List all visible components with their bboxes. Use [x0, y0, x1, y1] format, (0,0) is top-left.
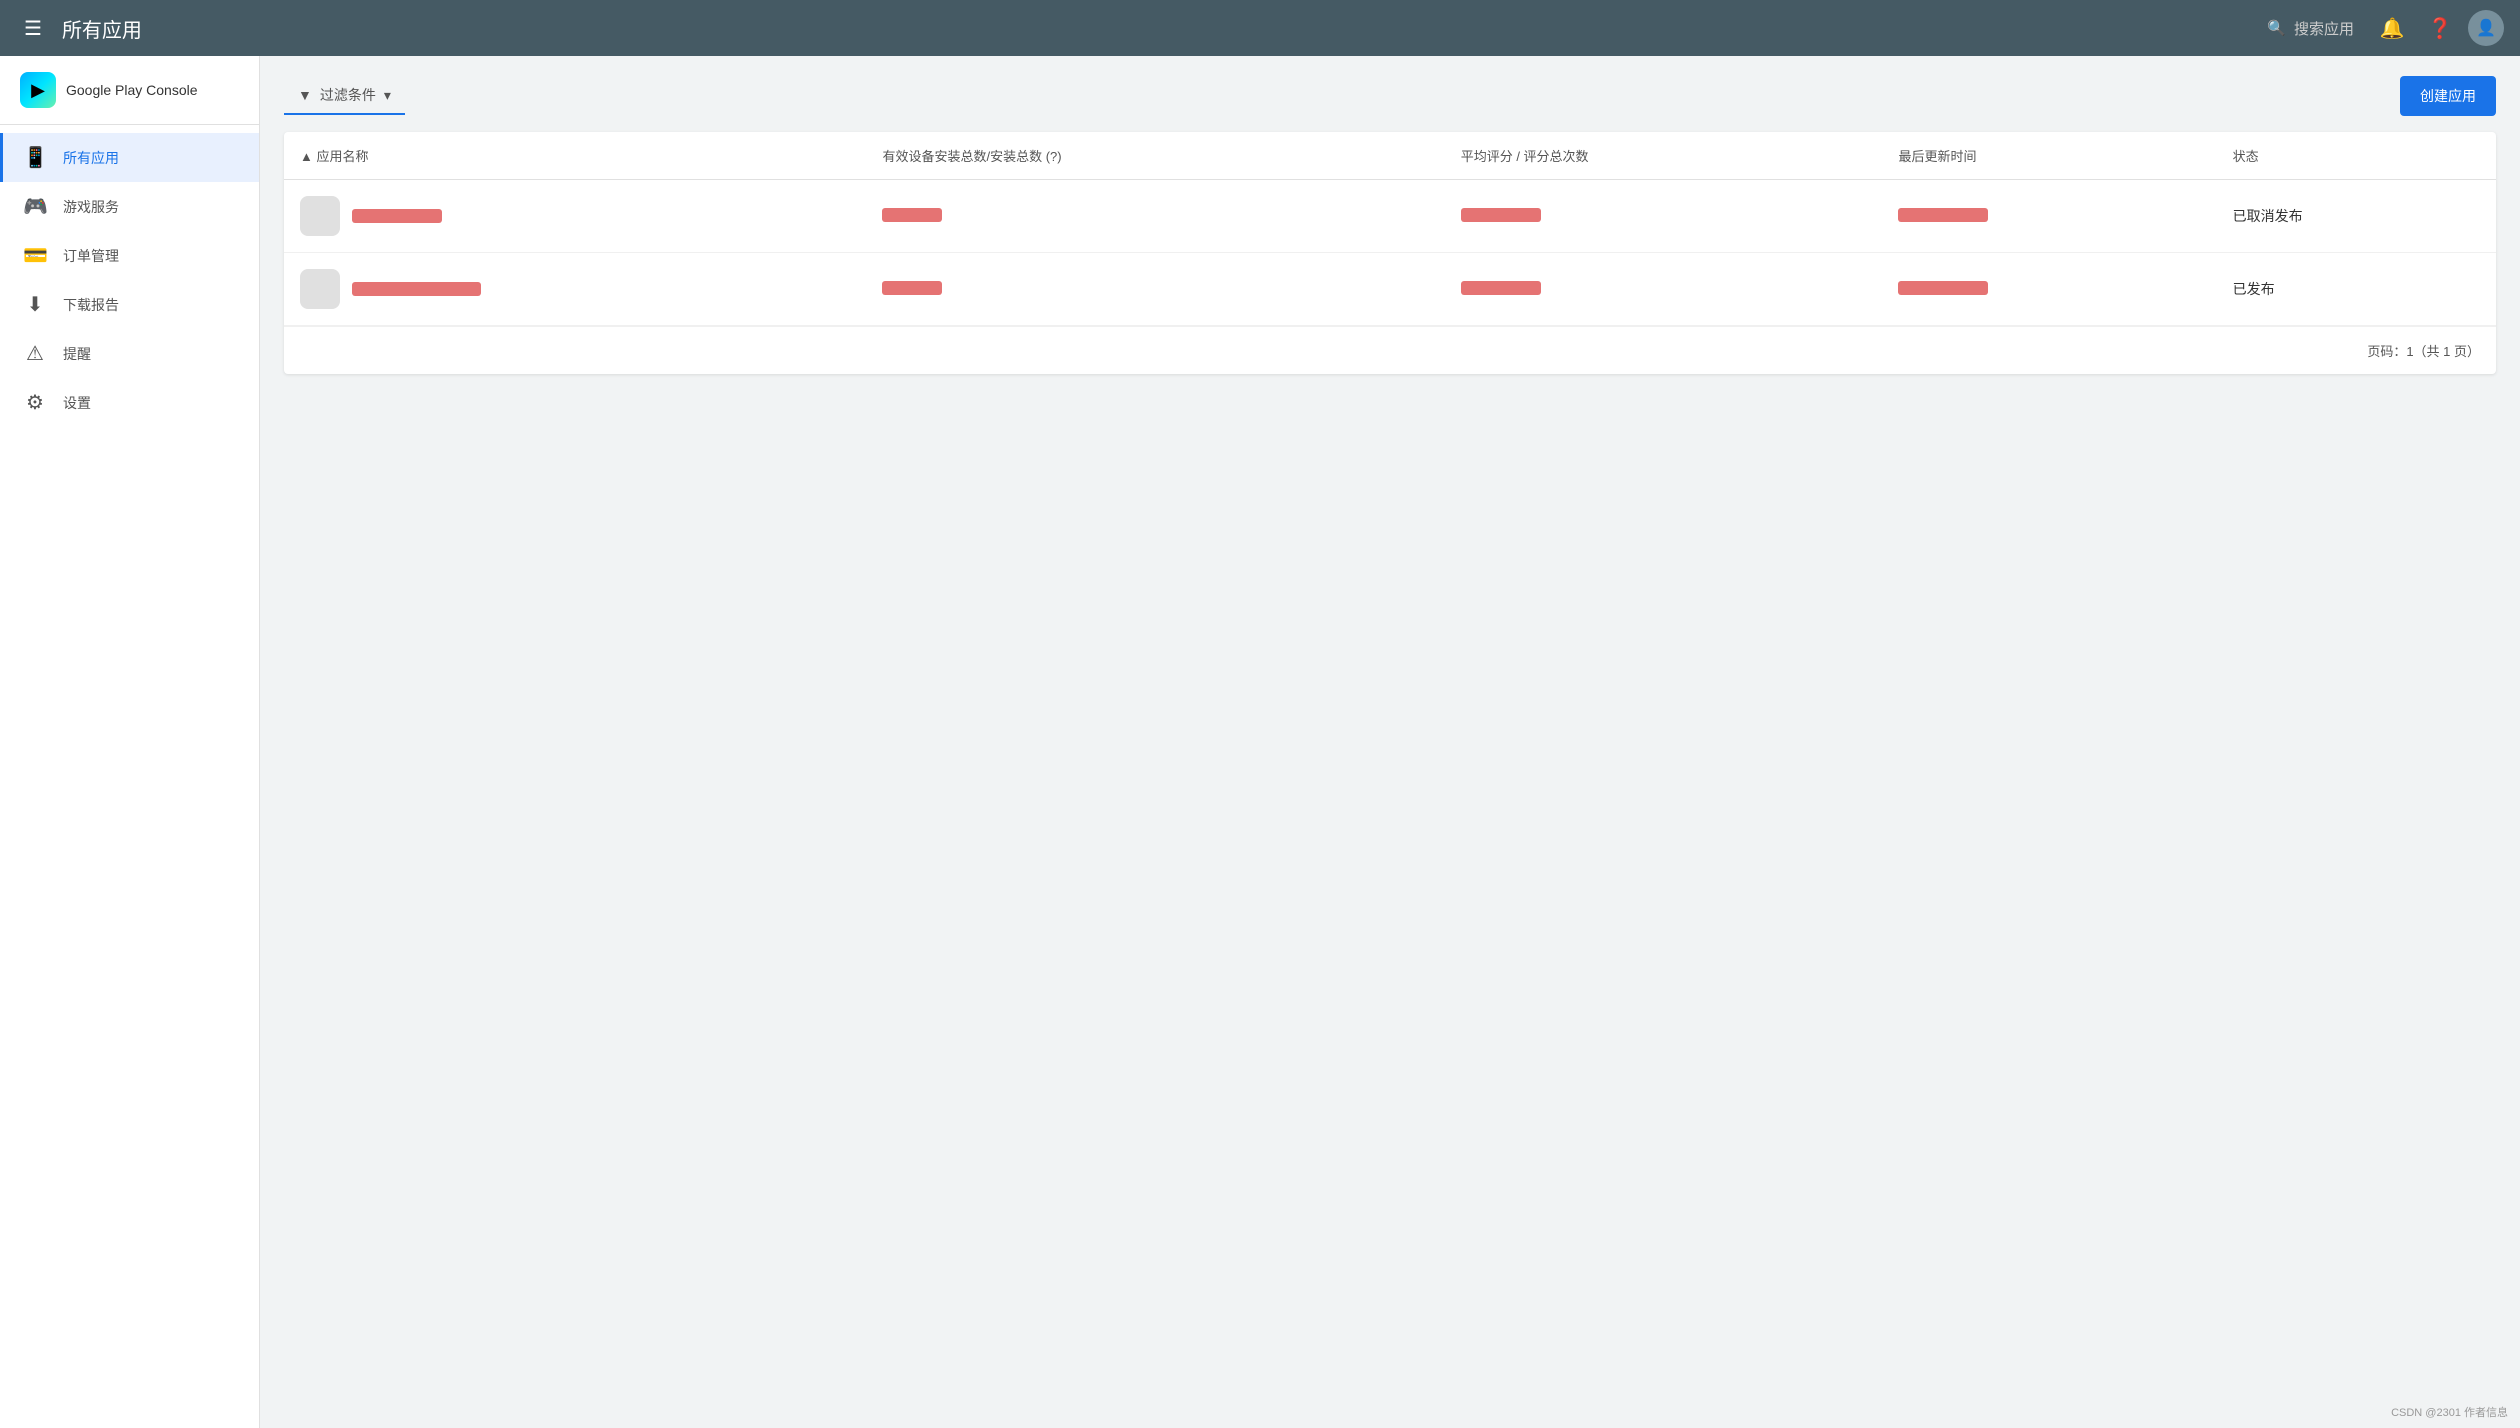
- toolbar: ▼ 过滤条件 ▾ 创建应用: [284, 76, 2496, 116]
- header-right: 🔍 搜索应用 🔔 ❓ 👤: [2257, 8, 2504, 48]
- page-title: 所有应用: [62, 14, 142, 43]
- sidebar-item-alerts[interactable]: ⚠ 提醒: [0, 329, 259, 378]
- notification-icon: 🔔: [2380, 16, 2405, 41]
- status-badge-0: 已取消发布: [2233, 208, 2303, 224]
- rating-redacted-1: [1461, 281, 1541, 295]
- sidebar-item-download-report[interactable]: ⬇ 下载报告: [0, 280, 259, 329]
- main-content: ▼ 过滤条件 ▾ 创建应用 ▲ 应用名称有效设备安装总数/安装总数 (?)平均评…: [260, 56, 2520, 1428]
- apps-table: ▲ 应用名称有效设备安装总数/安装总数 (?)平均评分 / 评分总次数最后更新时…: [284, 132, 2496, 326]
- col-header-status: 状态: [2217, 132, 2496, 180]
- table-container: ▲ 应用名称有效设备安装总数/安装总数 (?)平均评分 / 评分总次数最后更新时…: [284, 132, 2496, 374]
- installs-cell-1: [866, 253, 1444, 326]
- layout: ▶ Google Play Console 📱 所有应用 🎮 游戏服务 💳 订单…: [0, 56, 2520, 1428]
- table-header: ▲ 应用名称有效设备安装总数/安装总数 (?)平均评分 / 评分总次数最后更新时…: [284, 132, 2496, 180]
- installs-redacted-0: [882, 208, 942, 222]
- search-area[interactable]: 🔍 搜索应用: [2257, 12, 2364, 45]
- filter-label: 过滤条件: [320, 85, 376, 105]
- avatar-icon: 👤: [2476, 18, 2496, 38]
- col-header-last-updated: 最后更新时间: [1882, 132, 2216, 180]
- sidebar-logo: ▶ Google Play Console: [0, 56, 259, 125]
- installs-cell-0: [866, 180, 1444, 253]
- search-label: 搜索应用: [2294, 18, 2354, 39]
- sidebar-label-order-management: 订单管理: [63, 246, 119, 266]
- pagination-text: 页码：1（共 1 页）: [2367, 341, 2480, 360]
- header-left: ☰ 所有应用: [16, 8, 142, 49]
- hamburger-button[interactable]: ☰: [16, 8, 50, 49]
- notification-button[interactable]: 🔔: [2372, 8, 2412, 48]
- last-updated-redacted-1: [1898, 281, 1988, 295]
- status-cell-0: 已取消发布: [2217, 180, 2496, 253]
- last-updated-redacted-0: [1898, 208, 1988, 222]
- logo-text: Google Play Console: [66, 82, 198, 98]
- sidebar-label-game-services: 游戏服务: [63, 197, 119, 217]
- pagination: 页码：1（共 1 页）: [284, 326, 2496, 374]
- app-name-redacted-1: [352, 282, 481, 296]
- rating-redacted-0: [1461, 208, 1541, 222]
- app-name-cell-1: [284, 253, 866, 326]
- filter-icon: ▼: [298, 87, 312, 103]
- installs-redacted-1: [882, 281, 942, 295]
- table-header-row: ▲ 应用名称有效设备安装总数/安装总数 (?)平均评分 / 评分总次数最后更新时…: [284, 132, 2496, 180]
- filter-button[interactable]: ▼ 过滤条件 ▾: [284, 77, 405, 115]
- sidebar-icon-game-services: 🎮: [23, 194, 47, 219]
- sidebar-item-order-management[interactable]: 💳 订单管理: [0, 231, 259, 280]
- sidebar-nav: 📱 所有应用 🎮 游戏服务 💳 订单管理 ⬇ 下载报告 ⚠ 提醒 ⚙ 设置: [0, 125, 259, 435]
- table-body: 已取消发布 已发布: [284, 180, 2496, 326]
- col-header-app-name[interactable]: ▲ 应用名称: [284, 132, 866, 180]
- help-icon: ❓: [2428, 16, 2453, 41]
- sidebar-label-download-report: 下载报告: [63, 295, 119, 315]
- sidebar-label-alerts: 提醒: [63, 344, 91, 364]
- avatar[interactable]: 👤: [2468, 10, 2504, 46]
- sidebar: ▶ Google Play Console 📱 所有应用 🎮 游戏服务 💳 订单…: [0, 56, 260, 1428]
- logo-icon: ▶: [20, 72, 56, 108]
- status-badge-1: 已发布: [2233, 281, 2275, 297]
- sidebar-label-settings: 设置: [63, 393, 91, 413]
- logo-emoji: ▶: [31, 80, 45, 101]
- rating-cell-0: [1445, 180, 1883, 253]
- app-icon-0: [300, 196, 340, 236]
- sidebar-icon-download-report: ⬇: [23, 292, 47, 317]
- sidebar-icon-settings: ⚙: [23, 390, 47, 415]
- sidebar-icon-all-apps: 📱: [23, 145, 47, 170]
- create-app-button[interactable]: 创建应用: [2400, 76, 2496, 116]
- app-icon-1: [300, 269, 340, 309]
- sidebar-label-all-apps: 所有应用: [63, 148, 119, 168]
- col-header-rating: 平均评分 / 评分总次数: [1445, 132, 1883, 180]
- header: ☰ 所有应用 🔍 搜索应用 🔔 ❓ 👤: [0, 0, 2520, 56]
- status-cell-1: 已发布: [2217, 253, 2496, 326]
- help-button[interactable]: ❓: [2420, 8, 2460, 48]
- search-icon: 🔍: [2267, 19, 2286, 37]
- last-updated-cell-0: [1882, 180, 2216, 253]
- filter-chevron-icon: ▾: [384, 87, 391, 104]
- rating-cell-1: [1445, 253, 1883, 326]
- sidebar-icon-alerts: ⚠: [23, 341, 47, 366]
- sidebar-icon-order-management: 💳: [23, 243, 47, 268]
- watermark: CSDN @2301 作者信息: [2391, 1404, 2508, 1420]
- col-header-installs: 有效设备安装总数/安装总数 (?): [866, 132, 1444, 180]
- sidebar-item-game-services[interactable]: 🎮 游戏服务: [0, 182, 259, 231]
- hamburger-icon: ☰: [24, 18, 42, 40]
- sidebar-item-all-apps[interactable]: 📱 所有应用: [0, 133, 259, 182]
- table-row: 已发布: [284, 253, 2496, 326]
- sidebar-item-settings[interactable]: ⚙ 设置: [0, 378, 259, 427]
- app-name-cell-0: [284, 180, 866, 253]
- table-row: 已取消发布: [284, 180, 2496, 253]
- app-name-redacted-0: [352, 209, 442, 223]
- last-updated-cell-1: [1882, 253, 2216, 326]
